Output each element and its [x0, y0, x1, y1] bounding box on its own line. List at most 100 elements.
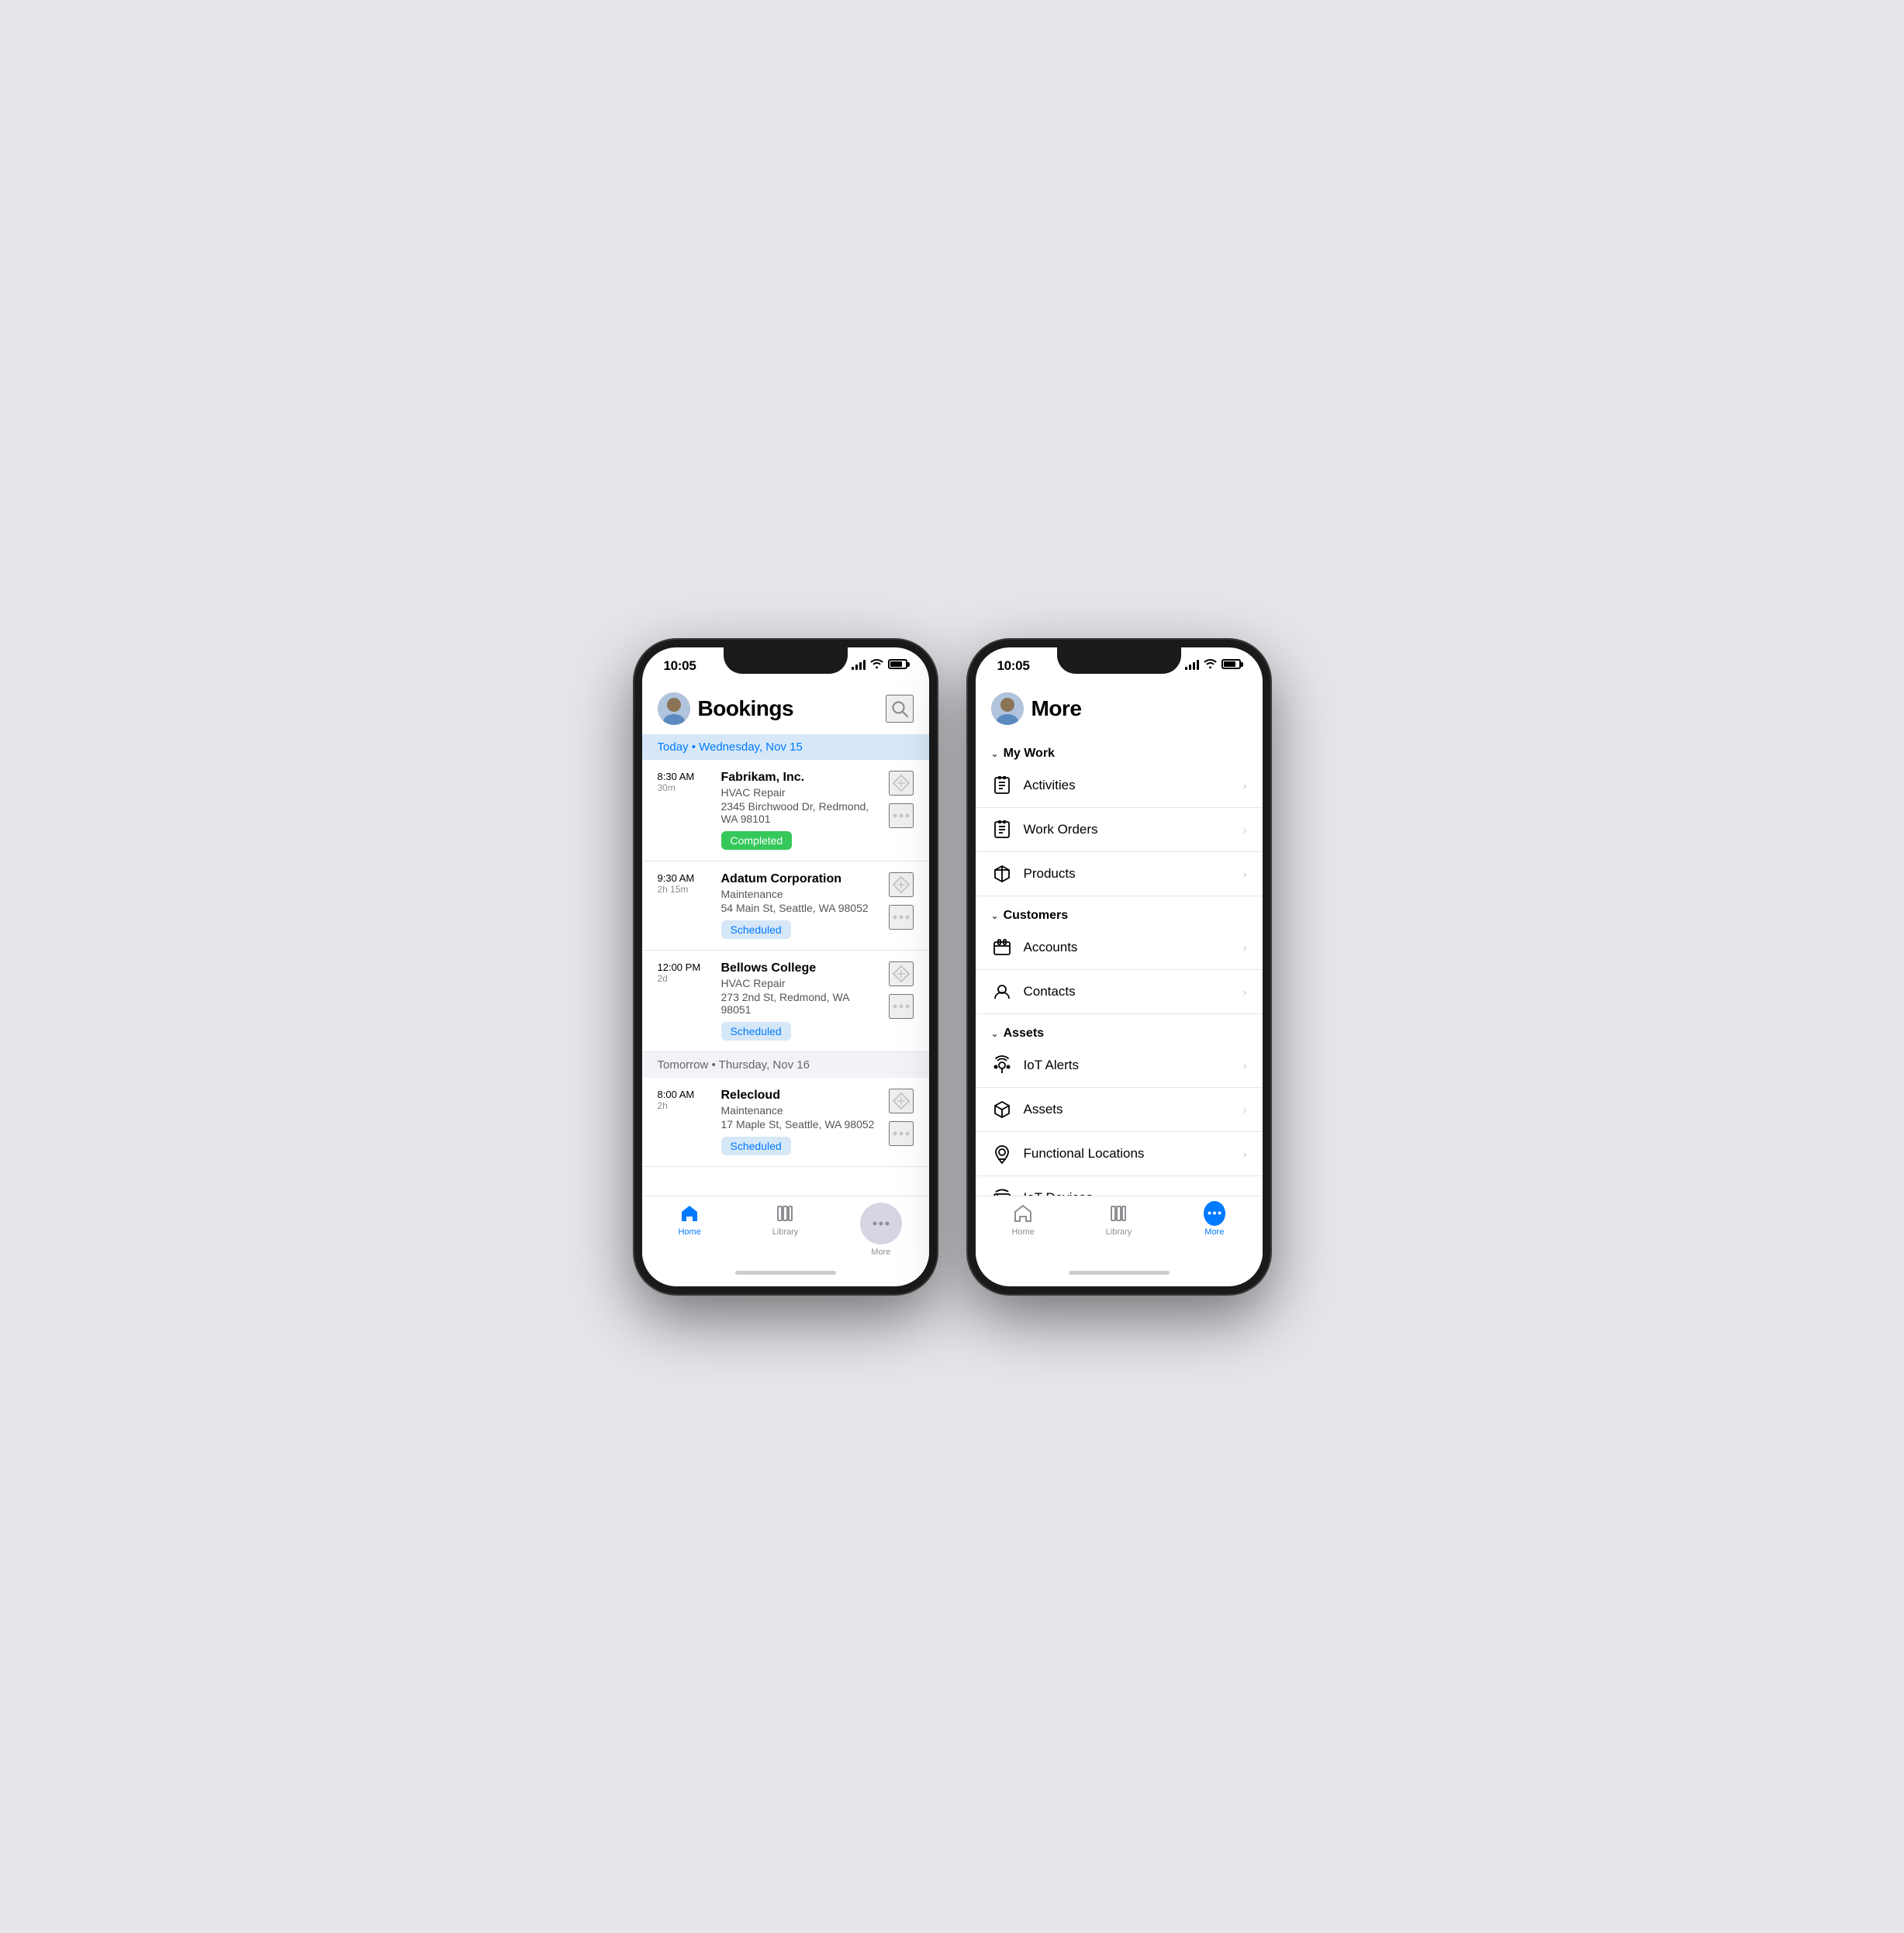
status-bar-1: 10:05	[642, 647, 929, 686]
tab-library-label-2: Library	[1106, 1227, 1132, 1237]
status-icons-2	[1185, 658, 1241, 671]
activities-label: Activities	[1024, 778, 1232, 793]
more-bubble-1	[860, 1203, 902, 1244]
work-orders-label: Work Orders	[1024, 822, 1232, 837]
booking-time-1: 8:30 AM 30m	[658, 771, 712, 793]
wifi-icon-2	[1204, 658, 1217, 671]
iot-alerts-label: IoT Alerts	[1024, 1058, 1232, 1073]
contacts-icon	[991, 981, 1013, 1003]
more-content: ⌄ My Work Activities ›	[976, 734, 1263, 1196]
booking-item-relecloud[interactable]: 8:00 AM 2h Relecloud Maintenance 17 Mapl…	[642, 1078, 929, 1167]
accounts-chevron: ›	[1243, 941, 1247, 954]
wifi-icon-1	[870, 658, 883, 671]
products-label: Products	[1024, 866, 1232, 882]
menu-item-products[interactable]: Products ›	[976, 852, 1263, 896]
tab-library-label-1: Library	[772, 1227, 799, 1237]
booking-actions-3	[889, 961, 914, 1019]
tab-library-2[interactable]: Library	[1071, 1203, 1166, 1237]
products-icon	[991, 863, 1013, 885]
status-icons-1	[852, 658, 907, 671]
date-header-today: Today • Wednesday, Nov 15	[642, 734, 929, 760]
booking-item-bellows[interactable]: 12:00 PM 2d Bellows College HVAC Repair …	[642, 951, 929, 1052]
avatar-2[interactable]	[991, 692, 1024, 725]
activities-icon	[991, 775, 1013, 796]
menu-item-contacts[interactable]: Contacts ›	[976, 970, 1263, 1014]
home-indicator-1	[735, 1271, 836, 1275]
avatar-1[interactable]	[658, 692, 690, 725]
navigate-button-2[interactable]	[889, 872, 914, 897]
menu-item-iot-devices[interactable]: IoT Devices ›	[976, 1176, 1263, 1196]
library-icon-1	[774, 1203, 796, 1224]
more-button-2[interactable]	[889, 905, 914, 930]
work-orders-chevron: ›	[1243, 823, 1247, 836]
booking-actions-4	[889, 1089, 914, 1146]
library-icon-2	[1107, 1203, 1129, 1224]
booking-time-3: 12:00 PM 2d	[658, 961, 712, 984]
home-icon-2	[1012, 1203, 1034, 1224]
menu-item-accounts[interactable]: Accounts ›	[976, 926, 1263, 970]
tab-more-2[interactable]: More	[1166, 1203, 1262, 1237]
tab-more-label-2: More	[1204, 1227, 1224, 1237]
navigate-button-3[interactable]	[889, 961, 914, 986]
menu-item-iot-alerts[interactable]: IoT Alerts ›	[976, 1044, 1263, 1088]
more-button-1[interactable]	[889, 803, 914, 828]
navigate-button-1[interactable]	[889, 771, 914, 796]
booking-item-adatum[interactable]: 9:30 AM 2h 15m Adatum Corporation Mainte…	[642, 861, 929, 951]
activities-chevron: ›	[1243, 779, 1247, 792]
section-customers: ⌄ Customers	[976, 896, 1263, 926]
status-badge-scheduled-4: Scheduled	[721, 1137, 791, 1155]
section-assets: ⌄ Assets	[976, 1014, 1263, 1044]
iot-devices-icon	[991, 1187, 1013, 1196]
booking-actions-2	[889, 872, 914, 930]
functional-locations-chevron: ›	[1243, 1148, 1247, 1160]
tab-library-1[interactable]: Library	[738, 1203, 833, 1237]
booking-details-4: Relecloud Maintenance 17 Maple St, Seatt…	[721, 1089, 879, 1155]
bookings-title: Bookings	[698, 696, 794, 721]
status-badge-scheduled-3: Scheduled	[721, 1022, 791, 1041]
more-screen: More ⌄ My Work Ac	[976, 686, 1263, 1286]
tab-home-1[interactable]: Home	[642, 1203, 738, 1237]
work-orders-icon	[991, 819, 1013, 841]
more-icon-2	[1204, 1203, 1225, 1224]
section-title-my-work: My Work	[1004, 747, 1055, 761]
menu-item-activities[interactable]: Activities ›	[976, 764, 1263, 808]
battery-icon-1	[888, 659, 907, 669]
section-title-customers: Customers	[1004, 909, 1069, 923]
more-button-4[interactable]	[889, 1121, 914, 1146]
accounts-label: Accounts	[1024, 940, 1232, 955]
contacts-label: Contacts	[1024, 984, 1232, 999]
booking-time-4: 8:00 AM 2h	[658, 1089, 712, 1111]
menu-item-work-orders[interactable]: Work Orders ›	[976, 808, 1263, 852]
assets-chevron: ›	[1243, 1103, 1247, 1116]
more-button-3[interactable]	[889, 994, 914, 1019]
tab-home-label-1: Home	[678, 1227, 700, 1237]
booking-time-2: 9:30 AM 2h 15m	[658, 872, 712, 895]
signal-icon-1	[852, 659, 866, 670]
search-button[interactable]	[886, 695, 914, 723]
menu-item-assets[interactable]: Assets ›	[976, 1088, 1263, 1132]
functional-locations-label: Functional Locations	[1024, 1146, 1232, 1162]
status-badge-completed: Completed	[721, 831, 793, 850]
bookings-header-left: Bookings	[658, 692, 794, 725]
home-icon-1	[679, 1203, 700, 1224]
tab-more-1[interactable]: More	[833, 1203, 928, 1257]
status-time-1: 10:05	[664, 658, 696, 674]
assets-label: Assets	[1024, 1102, 1232, 1117]
navigate-button-4[interactable]	[889, 1089, 914, 1113]
tab-bar-2: Home Library	[976, 1196, 1263, 1260]
booking-actions-1	[889, 771, 914, 828]
tab-home-2[interactable]: Home	[976, 1203, 1071, 1237]
tab-more-label-1: More	[871, 1248, 890, 1257]
bookings-content: Today • Wednesday, Nov 15 8:30 AM 30m Fa…	[642, 734, 929, 1196]
menu-item-functional-locations[interactable]: Functional Locations ›	[976, 1132, 1263, 1176]
iot-devices-label: IoT Devices	[1024, 1190, 1232, 1196]
home-bar-2	[976, 1260, 1263, 1286]
status-time-2: 10:05	[997, 658, 1030, 674]
signal-icon-2	[1185, 659, 1199, 670]
tab-bar-1: Home Library	[642, 1196, 929, 1260]
chevron-customers: ⌄	[991, 910, 999, 921]
battery-icon-2	[1222, 659, 1241, 669]
contacts-chevron: ›	[1243, 985, 1247, 998]
booking-item-fabrikam[interactable]: 8:30 AM 30m Fabrikam, Inc. HVAC Repair 2…	[642, 760, 929, 861]
iot-alerts-icon	[991, 1055, 1013, 1076]
